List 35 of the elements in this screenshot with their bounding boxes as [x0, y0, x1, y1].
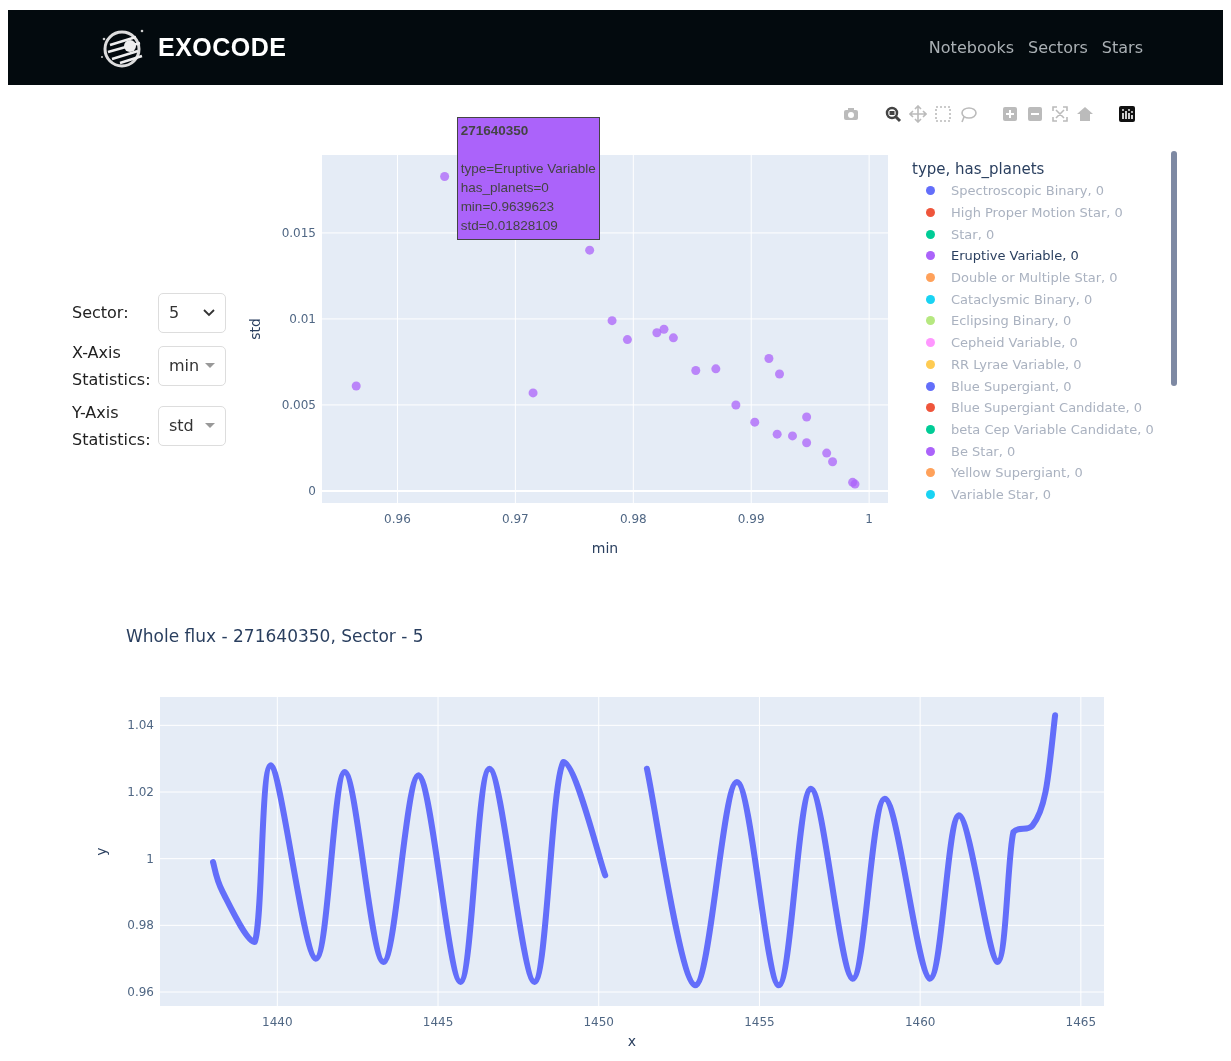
legend-title: type, has_planets	[912, 160, 1046, 178]
tooltip-line: min=0.9639623	[460, 197, 556, 216]
y-tick-label: 0.96	[127, 985, 154, 999]
tooltip-line: type=Eruptive Variable	[460, 159, 596, 178]
x-axis-title: min	[591, 540, 619, 556]
x-tick-label: 1	[865, 512, 873, 526]
control-label: Y-Axis Statistics:	[72, 401, 148, 451]
y-axis-title: std	[247, 318, 263, 340]
control-label: Sector:	[72, 302, 130, 324]
x-tick-label: 0.97	[502, 512, 529, 526]
x-tick-label: 1455	[744, 1015, 775, 1029]
x-tick-label: 0.96	[384, 512, 411, 526]
y-tick-label: 1.04	[127, 718, 154, 733]
x-tick-label: 0.99	[737, 512, 765, 526]
x-tick-label: 1440	[262, 1015, 293, 1029]
x-tick-label: 1460	[904, 1015, 936, 1029]
y-tick-label: 0.01	[289, 311, 316, 326]
control-label: X-Axis Statistics:	[72, 341, 148, 391]
y-tick-label: 0.005	[281, 397, 316, 412]
x-axis-title: x	[627, 1033, 637, 1049]
tooltip-line: std=0.01828109	[460, 216, 559, 235]
chart-title: Whole flux - 271640350, Sector - 5	[125, 625, 425, 646]
y-tick-label: 0.98	[127, 918, 154, 933]
tooltip-line: has_planets=0	[460, 178, 550, 197]
y-tick-label: 1	[146, 851, 154, 866]
x-tick-label: 1450	[583, 1015, 614, 1029]
y-tick-label: 0	[308, 483, 316, 498]
x-tick-label: 1465	[1065, 1015, 1097, 1029]
tooltip-title: 271640350	[460, 121, 530, 140]
x-tick-label: 0.98	[619, 512, 647, 526]
brand-name: EXOCODE	[158, 33, 287, 62]
y-axis-title: y	[93, 847, 109, 856]
y-tick-label: 1.02	[127, 785, 154, 799]
y-tick-label: 0.015	[281, 225, 316, 240]
x-tick-label: 1445	[422, 1015, 454, 1029]
